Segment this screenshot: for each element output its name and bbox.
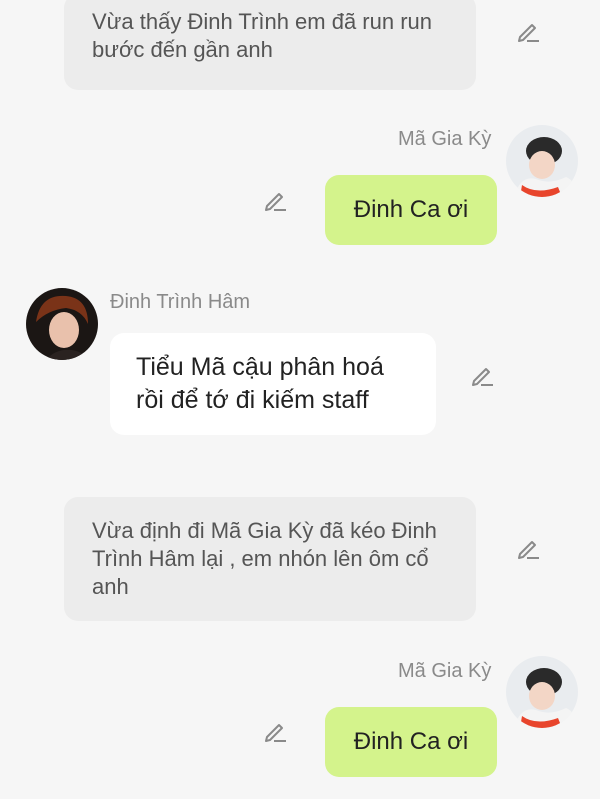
avatar[interactable] [26,288,98,360]
message-text: Tiểu Mã cậu phân hoá rồi để tớ đi kiếm s… [136,353,384,414]
narration-text: Vừa định đi Mã Gia Kỳ đã kéo Đinh Trình … [92,518,437,599]
sender-name: Mã Gia Kỳ [398,660,492,682]
message-text: Đinh Ca ơi [353,728,469,755]
avatar[interactable] [506,656,578,728]
avatar[interactable] [506,125,578,197]
edit-pencil-icon[interactable] [261,186,289,214]
message-bubble-outgoing: Đinh Ca ơi [325,175,497,245]
sender-name: Đinh Trình Hâm [110,291,251,313]
edit-pencil-icon[interactable] [514,17,542,45]
sender-name: Mã Gia Kỳ [398,128,492,150]
edit-pencil-icon[interactable] [514,534,542,562]
message-text: Đinh Ca ơi [353,196,469,223]
narration-bubble: Vừa định đi Mã Gia Kỳ đã kéo Đinh Trình … [64,497,476,621]
edit-pencil-icon[interactable] [261,717,289,745]
message-bubble-incoming: Tiểu Mã cậu phân hoá rồi để tớ đi kiếm s… [110,333,436,435]
message-bubble-outgoing: Đinh Ca ơi [325,707,497,777]
edit-pencil-icon[interactable] [468,361,496,389]
narration-bubble: Vừa thấy Đinh Trình em đã run run bước đ… [64,0,476,90]
narration-text: Vừa thấy Đinh Trình em đã run run bước đ… [92,9,433,62]
